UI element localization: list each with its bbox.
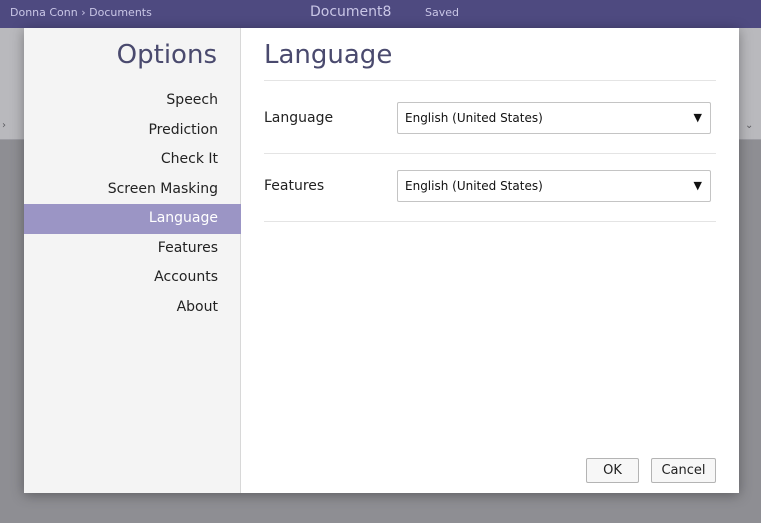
language-label: Language bbox=[264, 110, 334, 126]
nav-item-screen-masking[interactable]: Screen Masking bbox=[24, 175, 241, 205]
breadcrumb[interactable]: Donna Conn › Documents bbox=[10, 6, 152, 19]
features-label: Features bbox=[264, 178, 325, 194]
divider bbox=[264, 80, 716, 81]
cancel-button[interactable]: Cancel bbox=[651, 458, 716, 483]
nav-item-features[interactable]: Features bbox=[24, 234, 241, 264]
page-title: Language bbox=[264, 40, 393, 70]
features-select[interactable]: English (United States) ▼ bbox=[397, 170, 711, 202]
options-dialog: Options Speech Prediction Check It Scree… bbox=[24, 28, 739, 493]
divider bbox=[264, 221, 716, 222]
nav-item-prediction[interactable]: Prediction bbox=[24, 116, 241, 146]
options-content: Language Language English (United States… bbox=[241, 28, 739, 493]
options-title: Options bbox=[116, 40, 217, 70]
document-title[interactable]: Document8 bbox=[310, 4, 391, 20]
triangle-down-icon: ▼ bbox=[693, 111, 702, 124]
language-select[interactable]: English (United States) ▼ bbox=[397, 102, 711, 134]
chevron-down-icon: ⌄ bbox=[745, 120, 754, 131]
save-status: Saved bbox=[425, 6, 459, 19]
chevron-left-icon: › bbox=[2, 120, 6, 131]
options-nav: Speech Prediction Check It Screen Maskin… bbox=[24, 86, 241, 322]
nav-item-about[interactable]: About bbox=[24, 293, 241, 323]
nav-item-check-it[interactable]: Check It bbox=[24, 145, 241, 175]
language-select-value: English (United States) bbox=[405, 111, 543, 125]
divider bbox=[264, 153, 716, 154]
ok-button[interactable]: OK bbox=[586, 458, 639, 483]
nav-item-accounts[interactable]: Accounts bbox=[24, 263, 241, 293]
options-sidebar: Options Speech Prediction Check It Scree… bbox=[24, 28, 241, 493]
nav-item-language[interactable]: Language bbox=[24, 204, 241, 234]
nav-item-speech[interactable]: Speech bbox=[24, 86, 241, 116]
features-select-value: English (United States) bbox=[405, 179, 543, 193]
triangle-down-icon: ▼ bbox=[693, 179, 702, 192]
app-header: Donna Conn › Documents Document8 Saved bbox=[0, 0, 761, 28]
